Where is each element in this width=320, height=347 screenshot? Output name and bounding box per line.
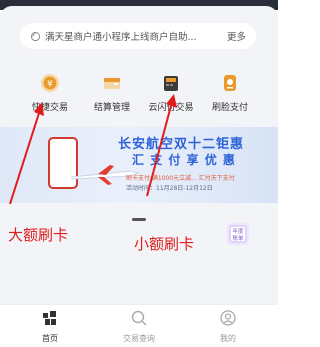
quick-action-settlement[interactable]: 结算管理 — [82, 66, 142, 113]
user-icon — [220, 310, 236, 326]
face-pay-icon — [219, 72, 241, 94]
notice-bar[interactable]: 满天星商户通小程序上线商户自助... 更多 — [20, 23, 256, 49]
svg-text:¥: ¥ — [47, 80, 53, 90]
tab-label: 我的 — [220, 334, 236, 343]
tab-transactions[interactable]: 交易查询 — [109, 309, 169, 344]
tab-profile[interactable]: 我的 — [198, 309, 258, 344]
pagination-dot-active — [132, 218, 146, 221]
annual-bill-text-top: 年度 — [232, 227, 244, 235]
annual-bill-text-bottom: 账单 — [232, 234, 244, 242]
annotation-small-card: 小额刷卡 — [134, 235, 195, 253]
quick-action-label: 刷脸支付 — [211, 103, 248, 113]
wallet-icon — [101, 72, 123, 94]
notice-text: 满天星商户通小程序上线商户自助... — [45, 32, 197, 43]
card-terminal-icon — [160, 72, 182, 94]
notice-more-link[interactable]: 更多 — [227, 29, 246, 43]
bottom-tab-bar: 首页 交易查询 我的 — [0, 304, 278, 347]
quick-action-face-pay[interactable]: 刷脸支付 — [200, 66, 260, 113]
notice-icon — [30, 31, 41, 41]
tab-label: 首页 — [42, 334, 58, 343]
annotation-arrow-right — [146, 94, 177, 197]
annotation-arrow-left — [9, 102, 44, 205]
quick-action-label: 结算管理 — [93, 103, 130, 113]
home-icon — [43, 311, 56, 325]
tab-label: 交易查询 — [123, 334, 155, 343]
annotation-large-card: 大额刷卡 — [8, 226, 69, 244]
search-icon — [131, 310, 147, 326]
annual-bill-icon[interactable]: 年度 账单 — [224, 221, 252, 247]
tab-home[interactable]: 首页 — [20, 309, 80, 344]
yen-coin-icon: ¥ — [39, 72, 61, 94]
